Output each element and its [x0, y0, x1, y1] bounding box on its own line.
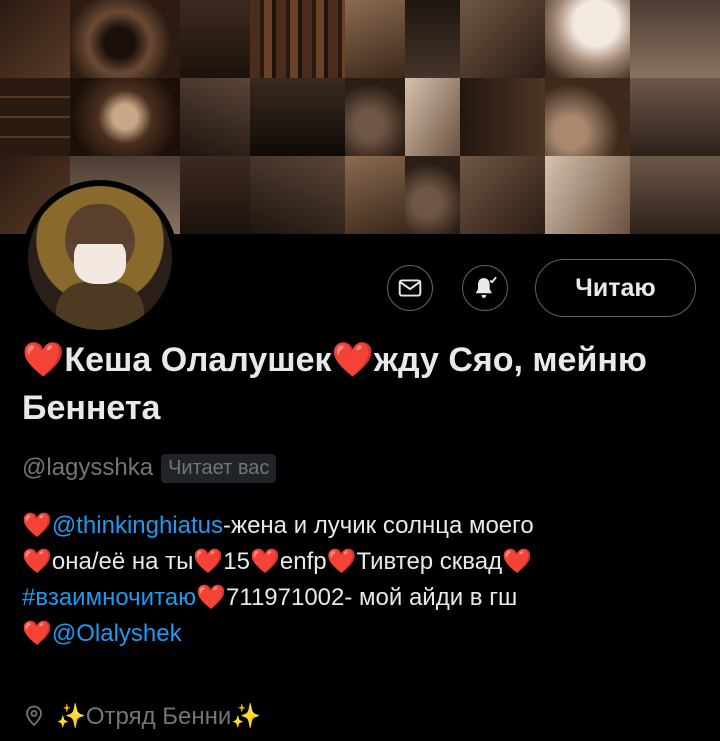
banner-collage-tile: [405, 0, 460, 78]
heart-emoji: ❤️: [196, 584, 227, 611]
banner-collage-tile: [345, 156, 405, 234]
banner-collage-tile: [180, 156, 250, 234]
display-name-part: Кеша Олалушек: [64, 341, 332, 379]
profile-display-name: ❤️Кеша Олалушек❤️жду Сяо, мейню Беннета: [22, 336, 702, 432]
banner-collage-tile: [70, 78, 180, 156]
heart-emoji: ❤️: [22, 620, 52, 647]
heart-emoji: ❤️: [331, 341, 374, 379]
bio-text: Тивтер сквад: [356, 548, 503, 575]
banner-collage-tile: [630, 156, 720, 234]
banner-collage-tile: [250, 0, 345, 78]
banner-collage-tile: [460, 156, 545, 234]
banner-collage-tile: [405, 156, 460, 234]
banner-collage-tile: [545, 78, 630, 156]
bio-text: она/её на ты: [51, 548, 194, 575]
heart-emoji: ❤️: [22, 341, 65, 379]
message-button[interactable]: [387, 265, 433, 311]
banner-collage-tile: [630, 0, 720, 78]
following-button-label: Читаю: [575, 273, 656, 302]
banner-collage-tile: [345, 78, 405, 156]
banner-collage-tile: [180, 78, 250, 156]
bio-text: -жена и лучик солнца моего: [223, 512, 534, 539]
location-text: ✨Отряд Бенни✨: [56, 702, 262, 730]
banner-collage-tile: [345, 0, 405, 78]
banner-collage-tile: [405, 78, 460, 156]
bio-mention-link[interactable]: @thinkinghiatus: [52, 512, 223, 539]
heart-emoji: ❤️: [22, 548, 52, 575]
bio-text: 15: [223, 548, 250, 575]
banner-collage-tile: [70, 0, 180, 78]
avatar-image: [28, 186, 172, 330]
banner-collage-tile: [460, 78, 545, 156]
mail-icon: [398, 279, 422, 297]
banner-collage-tile: [545, 0, 630, 78]
bio-hashtag-link[interactable]: #взаимночитаю: [22, 584, 196, 611]
profile-handle: @lagysshka: [22, 454, 154, 481]
handle-row: @lagysshka Читает вас: [22, 450, 277, 486]
avatar-figure-body: [56, 282, 144, 330]
profile-location: ✨Отряд Бенни✨: [22, 698, 261, 734]
location-pin-icon: [26, 705, 42, 727]
bio-mention-link[interactable]: @Olalyshek: [52, 620, 182, 647]
avatar-figure-hat: [66, 204, 132, 244]
notifications-button[interactable]: [462, 265, 508, 311]
banner-collage-tile: [460, 0, 545, 78]
banner-collage-tile: [180, 0, 250, 78]
following-button[interactable]: Читаю: [535, 259, 696, 317]
heart-emoji: ❤️: [326, 548, 357, 575]
heart-emoji: ❤️: [249, 548, 280, 575]
banner-collage-tile: [250, 156, 345, 234]
banner-collage-tile: [250, 78, 345, 156]
banner-collage-tile: [0, 0, 70, 78]
bio-text: 711971002- мой айди в гш: [226, 584, 518, 611]
heart-emoji: ❤️: [502, 548, 533, 575]
banner-collage-tile: [545, 156, 630, 234]
heart-emoji: ❤️: [22, 512, 52, 539]
notification-bell-icon: [475, 276, 497, 298]
profile-avatar[interactable]: [22, 180, 178, 336]
follows-you-badge: Читает вас: [161, 453, 277, 483]
profile-bio: ❤️@thinkinghiatus-жена и лучик солнца мо…: [22, 508, 712, 652]
heart-emoji: ❤️: [193, 548, 224, 575]
banner-collage-tile: [630, 78, 720, 156]
banner-collage-tile: [0, 78, 70, 156]
bio-text: enfp: [279, 548, 327, 575]
